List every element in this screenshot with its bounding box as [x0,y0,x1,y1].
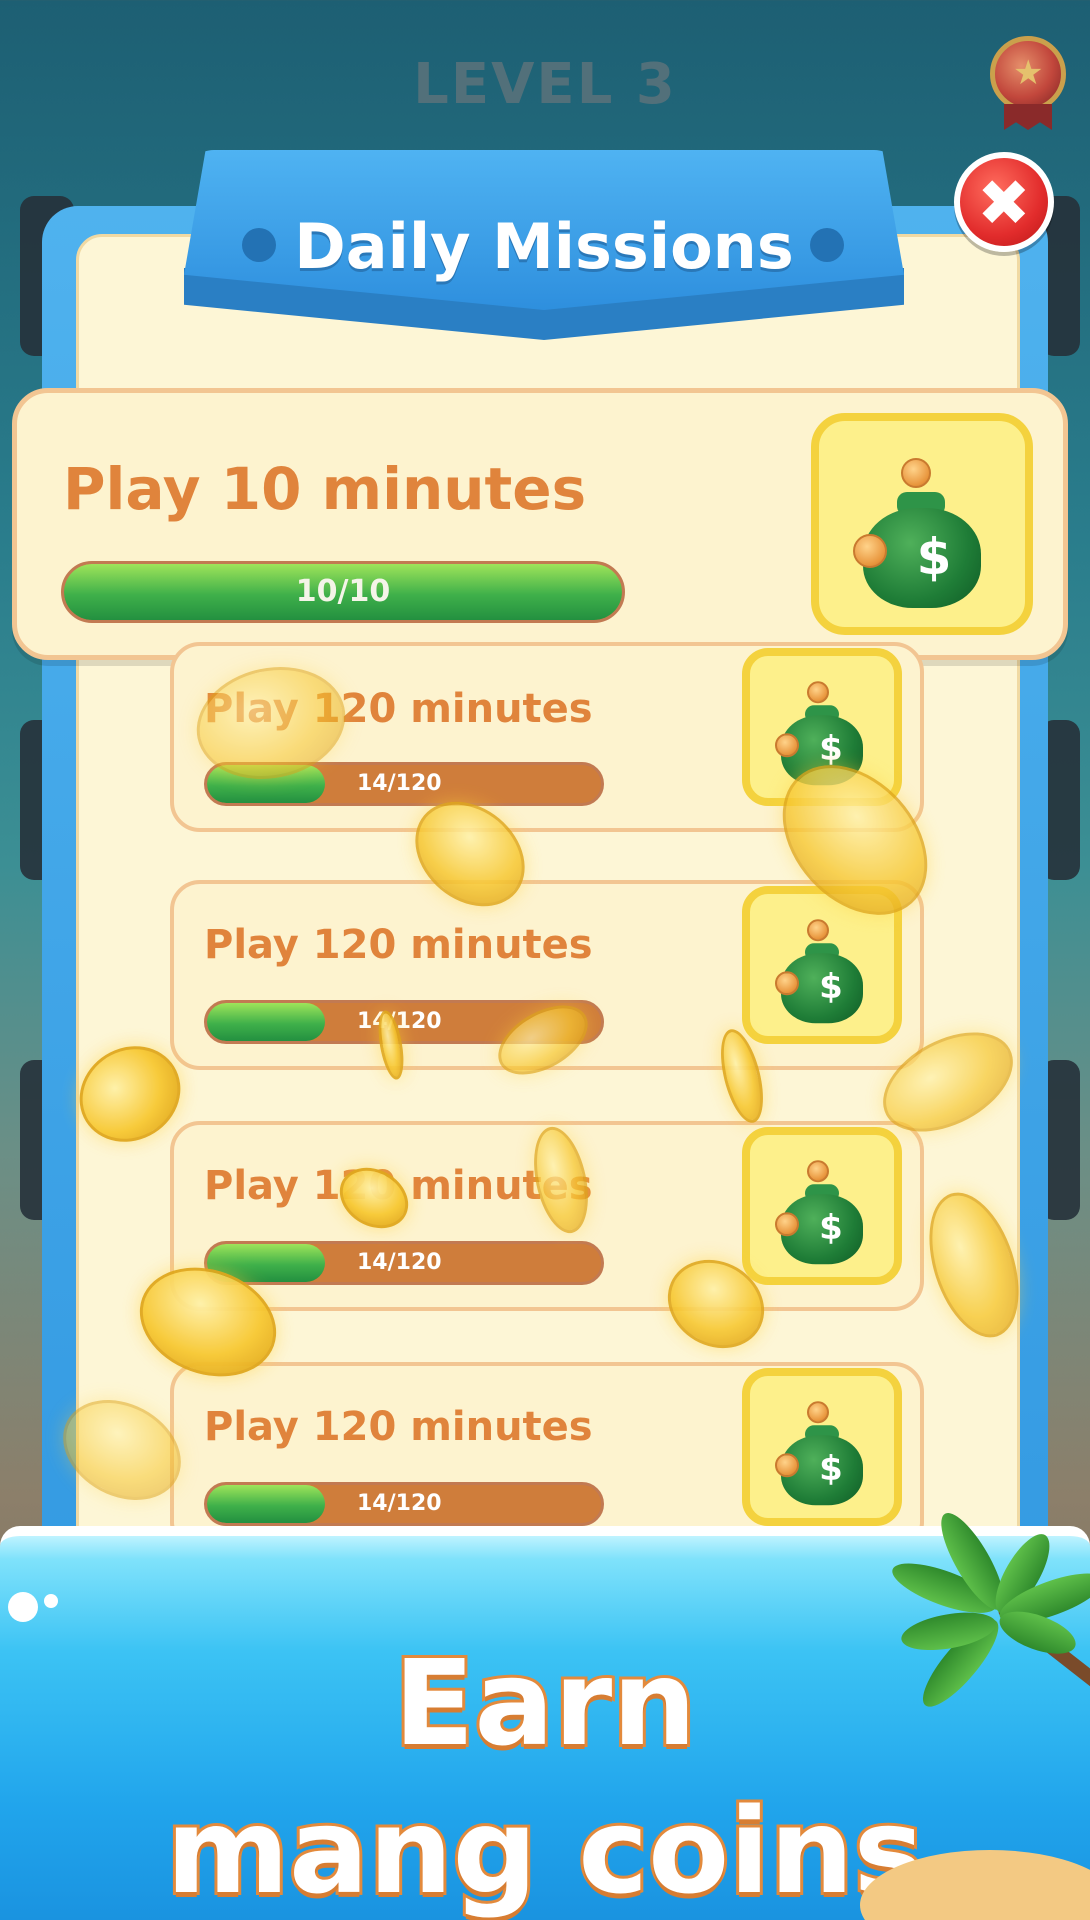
mission-label: Play 120 minutes [204,922,593,968]
medal-ribbon [1004,104,1052,130]
money-bag-icon: $ [775,1160,867,1265]
bubble-icon [8,1592,38,1622]
level-medal-icon [990,36,1066,112]
money-bag-icon: $ [775,1401,867,1506]
mission-featured: Play 10 minutes 10/10 $ [12,388,1068,660]
close-icon: ✖ [977,167,1031,241]
mission-progress-bar: 10/10 [61,561,625,623]
modal-title: Daily Missions [294,210,794,283]
mission-label: Play 120 minutes [204,1404,593,1450]
bubble-icon [44,1594,58,1608]
mission-progress-text: 14/120 [357,771,442,796]
mission-label: Play 10 minutes [63,455,587,523]
mission-item: Play 120 minutes 14/120 $ [170,1362,924,1552]
money-bag-icon: $ [853,458,987,608]
reward-button[interactable]: $ [742,1368,902,1526]
money-bag-icon: $ [775,919,867,1024]
mission-progress-fill [207,1003,326,1041]
mission-progress-fill [207,1485,326,1523]
mission-progress-text: 14/120 [357,1491,442,1516]
mission-progress-text: 10/10 [295,574,391,609]
reward-button[interactable]: $ [811,413,1033,635]
close-button[interactable]: ✖ [954,152,1054,252]
mission-progress-text: 14/120 [357,1250,442,1275]
mission-progress-bar: 14/120 [204,1482,604,1526]
modal-header-ribbon: Daily Missions [184,150,904,340]
mission-progress-bar: 14/120 [204,1241,604,1285]
reward-button[interactable]: $ [742,1127,902,1285]
level-title: LEVEL 3 [413,52,677,117]
